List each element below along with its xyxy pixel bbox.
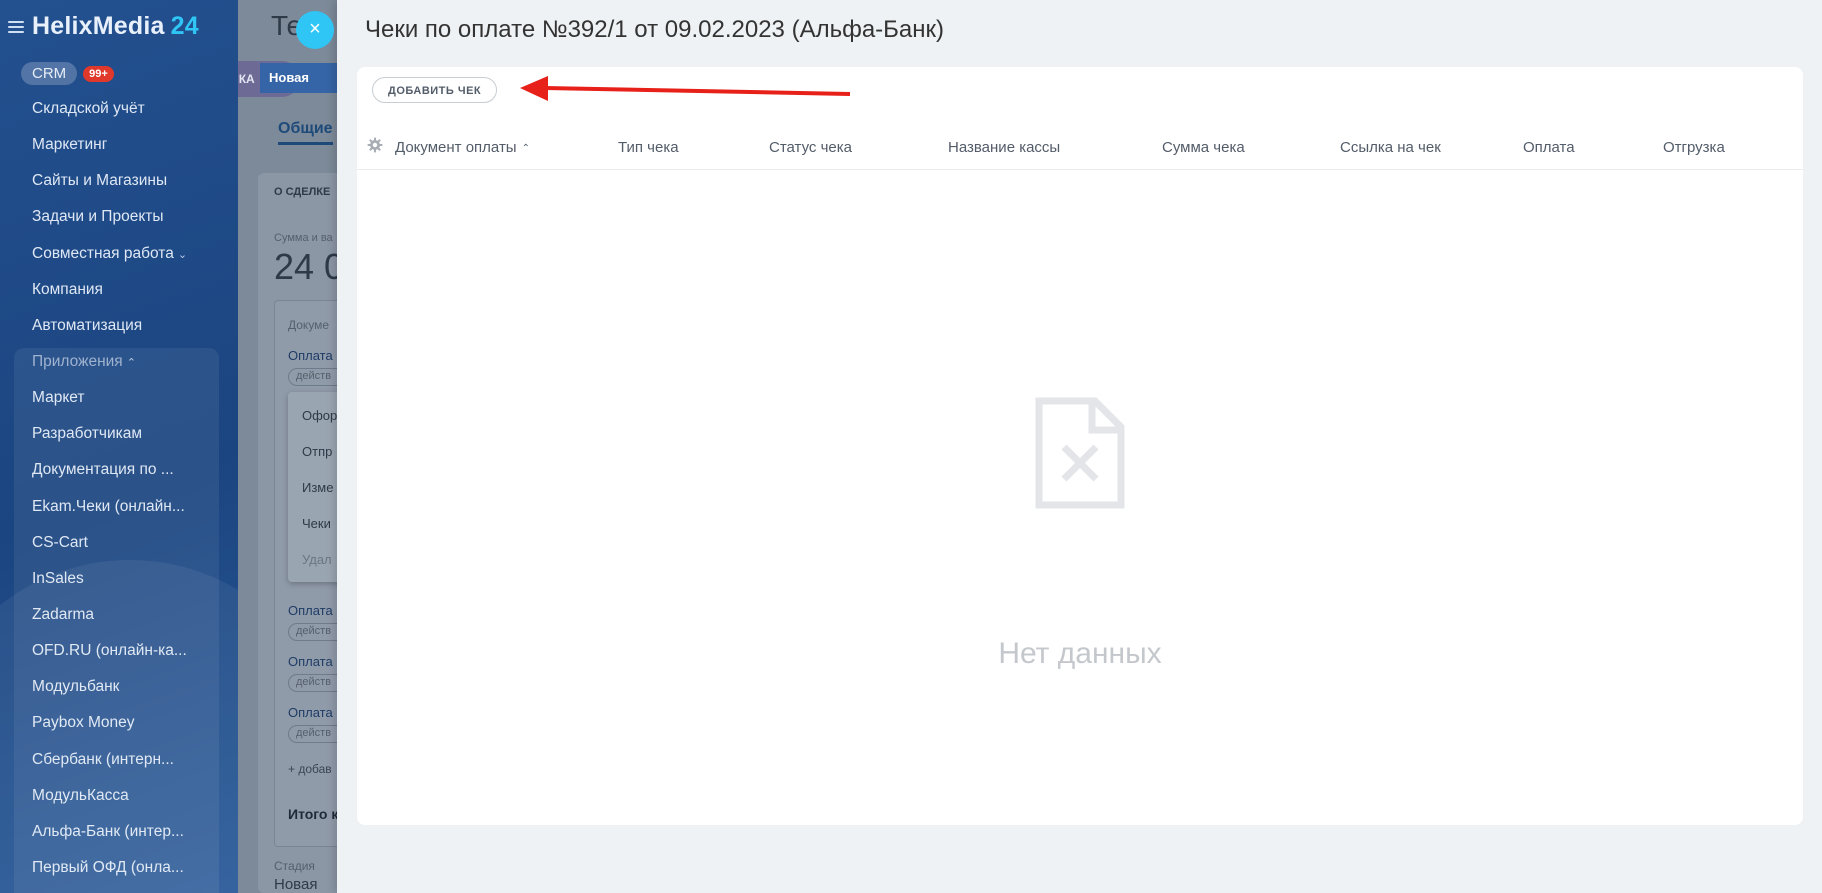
logo-row: HelixMedia 24 (8, 12, 199, 41)
popup-item[interactable]: Офор (302, 408, 337, 423)
popup-item[interactable]: Изме (302, 480, 333, 495)
sidebar-item-sites[interactable]: Сайты и Магазины (32, 168, 222, 204)
empty-document-icon (1035, 397, 1125, 509)
column-payment[interactable]: Оплата (1523, 139, 1575, 156)
receipts-grid-container: ДОБАВИТЬ ЧЕК Документ оплаты ⌃ Тип чека С… (357, 67, 1803, 825)
menu-icon[interactable] (8, 20, 24, 33)
sidebar-item-modulbank[interactable]: Модульбанк (32, 674, 222, 710)
column-receipt-type[interactable]: Тип чека (618, 139, 679, 156)
stage-field-value: Новая (274, 876, 318, 893)
payment-link[interactable]: Оплата (288, 654, 333, 669)
payment-link[interactable]: Оплата (288, 705, 333, 720)
about-deal-heading: О СДЕЛКЕ (274, 186, 331, 198)
stage-field-label: Стадия (274, 859, 315, 873)
sum-value: 24 0 (274, 246, 345, 287)
documents-label: Докуме (288, 318, 330, 332)
payment-link[interactable]: Оплата (288, 348, 333, 363)
sidebar-item-insales[interactable]: InSales (32, 566, 222, 602)
sidebar-item-label: Совместная работа (32, 244, 174, 262)
sidebar-item-paybox[interactable]: Paybox Money (32, 710, 222, 746)
sidebar-item-marketing[interactable]: Маркетинг (32, 132, 222, 168)
sidebar-item-ekam[interactable]: Ekam.Чеки (онлайн... (32, 494, 222, 530)
column-payment-document[interactable]: Документ оплаты ⌃ (395, 139, 530, 156)
sidebar-item-collaboration[interactable]: Совместная работа ⌄ (32, 241, 222, 277)
logo[interactable]: HelixMedia 24 (32, 12, 199, 41)
add-receipt-button[interactable]: ДОБАВИТЬ ЧЕК (372, 77, 498, 103)
gear-icon[interactable] (367, 137, 383, 153)
left-sidebar: HelixMedia 24 CRM 99+ Складской учёт Марк… (0, 0, 238, 893)
grid-header: Документ оплаты ⌃ Тип чека Статус чека На… (357, 125, 1803, 170)
sidebar-item-automation[interactable]: Автоматизация (32, 313, 222, 349)
notification-badge: 99+ (83, 65, 114, 82)
sidebar-item-apps[interactable]: Приложения ⌃ (32, 349, 222, 385)
close-slider-button[interactable]: × (296, 11, 334, 49)
sum-label: Сумма и ва (274, 232, 333, 244)
popup-item[interactable]: Чеки (302, 516, 331, 531)
column-cashbox-name[interactable]: Название кассы (948, 139, 1060, 156)
chevron-up-icon: ⌃ (126, 356, 136, 369)
column-shipment[interactable]: Отгрузка (1663, 139, 1725, 156)
empty-state-text: Нет данных (998, 637, 1162, 670)
sidebar-item-crm[interactable]: CRM 99+ (21, 62, 114, 85)
sidebar-item-warehouse[interactable]: Складской учёт (32, 96, 222, 132)
sidebar-item-market[interactable]: Маркет (32, 385, 222, 421)
sidebar-menu: Складской учёт Маркетинг Сайты и Магазин… (32, 96, 222, 891)
sort-asc-icon: ⌃ (521, 143, 530, 154)
empty-state (357, 397, 1803, 514)
sidebar-item-modulkassa[interactable]: МодульКасса (32, 783, 222, 819)
receipts-slider: Чеки по оплате №392/1 от 09.02.2023 (Аль… (337, 0, 1822, 893)
crm-label: CRM (21, 62, 78, 85)
sidebar-item-docs[interactable]: Документация по ... (32, 457, 222, 493)
sidebar-item-label: Приложения (32, 352, 123, 370)
column-receipt-sum[interactable]: Сумма чека (1162, 139, 1245, 156)
sidebar-item-sberbank[interactable]: Сбербанк (интерн... (32, 747, 222, 783)
tab-general[interactable]: Общие (278, 120, 333, 145)
sidebar-item-cscart[interactable]: CS-Cart (32, 530, 222, 566)
logo-number: 24 (170, 12, 199, 40)
sidebar-item-zadarma[interactable]: Zadarma (32, 602, 222, 638)
add-payment-link[interactable]: + добав (288, 762, 332, 776)
column-label: Документ оплаты (395, 139, 517, 156)
sidebar-item-ofdru[interactable]: OFD.RU (онлайн-ка... (32, 638, 222, 674)
column-receipt-status[interactable]: Статус чека (769, 139, 852, 156)
sidebar-item-company[interactable]: Компания (32, 277, 222, 313)
sidebar-item-tasks[interactable]: Задачи и Проекты (32, 204, 222, 240)
slider-title: Чеки по оплате №392/1 от 09.02.2023 (Аль… (365, 16, 945, 43)
total-label: Итого к (288, 806, 339, 822)
logo-text: HelixMedia (32, 12, 165, 40)
sidebar-item-alfabank[interactable]: Альфа-Банк (интер... (32, 819, 222, 855)
sidebar-item-first-ofd[interactable]: Первый ОФД (онла... (32, 855, 222, 891)
popup-item[interactable]: Отпр (302, 444, 332, 459)
column-receipt-link[interactable]: Ссылка на чек (1340, 139, 1441, 156)
chevron-down-icon: ⌄ (177, 248, 188, 261)
payment-link[interactable]: Оплата (288, 603, 333, 618)
popup-item[interactable]: Удал (302, 552, 332, 567)
sidebar-item-developers[interactable]: Разработчикам (32, 421, 222, 457)
